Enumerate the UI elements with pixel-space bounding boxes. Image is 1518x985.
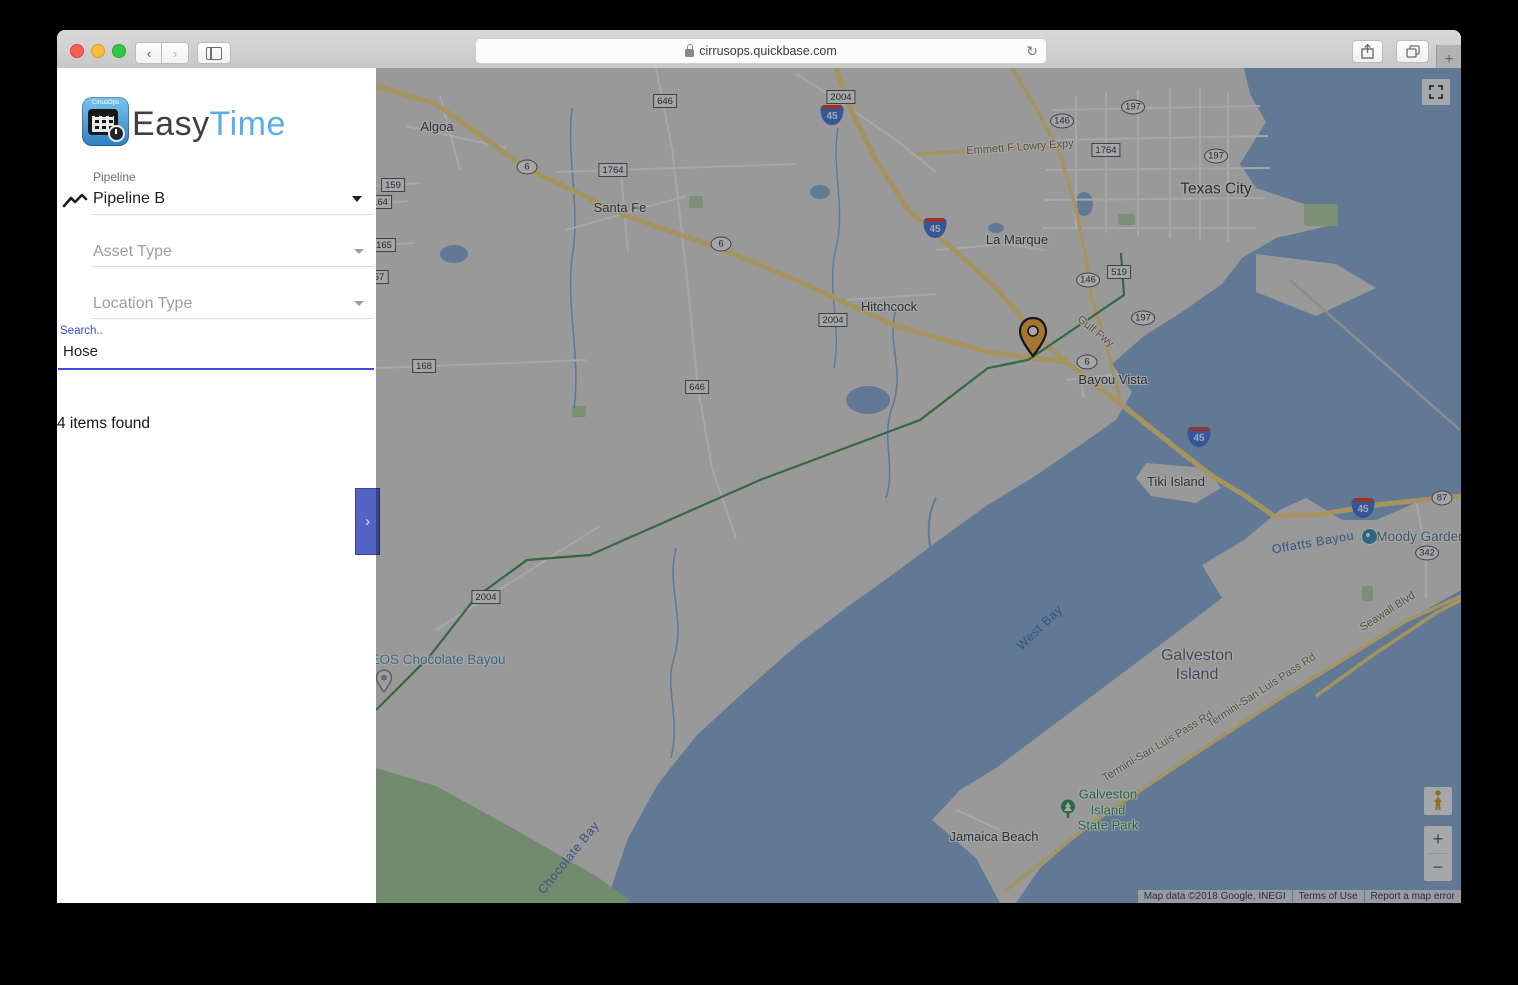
- tab-overview-button[interactable]: [1396, 40, 1429, 63]
- road-shield: 2004: [471, 590, 500, 604]
- asset-type-select[interactable]: Asset Type: [93, 243, 172, 261]
- map-label: Bayou Vista: [1078, 372, 1147, 388]
- road-shield: 197: [1204, 149, 1228, 164]
- zoom-in-button[interactable]: +: [1424, 826, 1452, 853]
- reload-button[interactable]: ↻: [1026, 43, 1038, 60]
- search-focus-underline: [58, 368, 374, 370]
- map-label: Jamaica Beach: [950, 829, 1039, 845]
- map-marker-pin[interactable]: [1017, 316, 1049, 363]
- divider: [92, 266, 374, 267]
- browser-titlebar: ‹ › cirrusops.quickbase.com ↻: [57, 30, 1461, 69]
- sidebar-icon: [206, 47, 222, 60]
- panel-expander-button[interactable]: ›: [355, 488, 380, 555]
- easytime-sidebar: CirrusOps EasyTime Pipeline Pipeline B A…: [57, 68, 376, 903]
- road-shield: 646: [685, 380, 709, 394]
- forward-icon: ›: [173, 46, 177, 61]
- moody-garden-poi-icon[interactable]: [1361, 528, 1378, 545]
- divider: [92, 214, 374, 215]
- chevron-right-icon: ›: [365, 513, 370, 530]
- road-shield: 146: [1076, 273, 1100, 288]
- road-shield: 168: [412, 359, 436, 373]
- road-shield: 2004: [826, 90, 855, 104]
- road-shield: 1764: [1091, 143, 1120, 157]
- pipeline-label: Pipeline: [93, 170, 136, 184]
- app-content: CirrusOps EasyTime Pipeline Pipeline B A…: [57, 68, 1461, 903]
- map-label: Texas City: [1180, 181, 1252, 200]
- chevron-down-icon[interactable]: [352, 196, 362, 202]
- tab-overview-icon: [1406, 45, 1420, 58]
- cirrusops-badge: CirrusOps: [82, 100, 129, 106]
- map-data-credit: Map data ©2018 Google, INEGI: [1138, 890, 1292, 903]
- forward-button[interactable]: ›: [161, 42, 189, 64]
- sidebar-toggle-button[interactable]: [197, 42, 231, 64]
- chevron-down-icon[interactable]: [354, 249, 364, 254]
- road-shield: 342: [1415, 546, 1439, 561]
- eos-marker-pin[interactable]: [376, 669, 393, 698]
- road-shield: 164: [376, 195, 392, 209]
- lock-icon: [685, 49, 694, 57]
- road-shield: 6: [517, 160, 538, 175]
- zoom-out-button[interactable]: −: [1424, 854, 1452, 881]
- address-bar[interactable]: cirrusops.quickbase.com ↻: [475, 38, 1047, 64]
- close-window-button[interactable]: [70, 44, 84, 58]
- map-label: Santa Fe: [594, 200, 647, 216]
- map-label: Hitchcock: [861, 299, 917, 315]
- map-label: Galveston Island: [1161, 646, 1233, 684]
- state-park-tree-icon[interactable]: [1060, 799, 1076, 824]
- road-shield: 6: [711, 237, 732, 252]
- map-label: EOS Chocolate Bayou: [376, 652, 506, 668]
- fullscreen-button[interactable]: [1422, 79, 1450, 105]
- report-map-error-link[interactable]: Report a map error: [1365, 890, 1461, 903]
- map-label: Algoa: [420, 119, 453, 135]
- zoom-control: + −: [1424, 826, 1452, 881]
- share-icon: [1361, 44, 1374, 59]
- chevron-down-icon[interactable]: [354, 301, 364, 306]
- road-shield: 146: [1050, 114, 1074, 129]
- road-shield: 57: [376, 270, 388, 284]
- url-text: cirrusops.quickbase.com: [699, 44, 837, 58]
- road-shield: 1764: [598, 163, 627, 177]
- road-shield: 646: [653, 94, 677, 108]
- stopwatch-icon: [108, 125, 125, 142]
- pipeline-trend-icon: [62, 192, 88, 210]
- road-shield: 519: [1107, 265, 1131, 279]
- road-shield: 159: [381, 178, 405, 192]
- results-count: 4 items found: [57, 415, 150, 433]
- divider: [92, 318, 374, 319]
- app-title: EasyTime: [132, 105, 286, 144]
- minimize-window-button[interactable]: [91, 44, 105, 58]
- search-input[interactable]: [61, 342, 365, 361]
- map-label: Tiki Island: [1147, 474, 1205, 490]
- screen: ‹ › cirrusops.quickbase.com ↻: [0, 0, 1518, 985]
- road-shield: 2004: [818, 313, 847, 327]
- road-shield: 165: [376, 238, 396, 252]
- easytime-app-icon: CirrusOps: [82, 97, 129, 146]
- map-label: La Marque: [986, 232, 1048, 248]
- terms-of-use-link[interactable]: Terms of Use: [1293, 890, 1364, 903]
- back-icon: ‹: [147, 46, 151, 61]
- map-label: Galveston Island State Park: [1078, 787, 1139, 834]
- share-button[interactable]: [1352, 40, 1383, 63]
- map-attribution: Map data ©2018 Google, INEGITerms of Use…: [1137, 890, 1461, 903]
- map-terrain: [376, 68, 1461, 903]
- road-shield: 6: [1077, 355, 1098, 370]
- browser-window: ‹ › cirrusops.quickbase.com ↻: [57, 30, 1461, 903]
- app-title-time: Time: [210, 105, 286, 143]
- location-type-select[interactable]: Location Type: [93, 295, 192, 313]
- road-shield: 197: [1131, 311, 1155, 326]
- fullscreen-icon: [1429, 85, 1443, 99]
- pegman-button[interactable]: [1424, 787, 1452, 815]
- road-shield: 87: [1432, 491, 1453, 506]
- pipeline-select[interactable]: Pipeline B: [93, 190, 165, 208]
- road-shield: 197: [1121, 100, 1145, 115]
- pegman-icon: [1432, 790, 1444, 812]
- app-title-easy: Easy: [132, 105, 210, 143]
- search-label: Search..: [60, 325, 103, 337]
- map-canvas[interactable]: + − Map data ©2018 Google, INEGITerms of…: [376, 68, 1461, 903]
- back-button[interactable]: ‹: [135, 42, 163, 64]
- map-label: Moody Garden: [1376, 529, 1461, 545]
- zoom-window-button[interactable]: [112, 44, 126, 58]
